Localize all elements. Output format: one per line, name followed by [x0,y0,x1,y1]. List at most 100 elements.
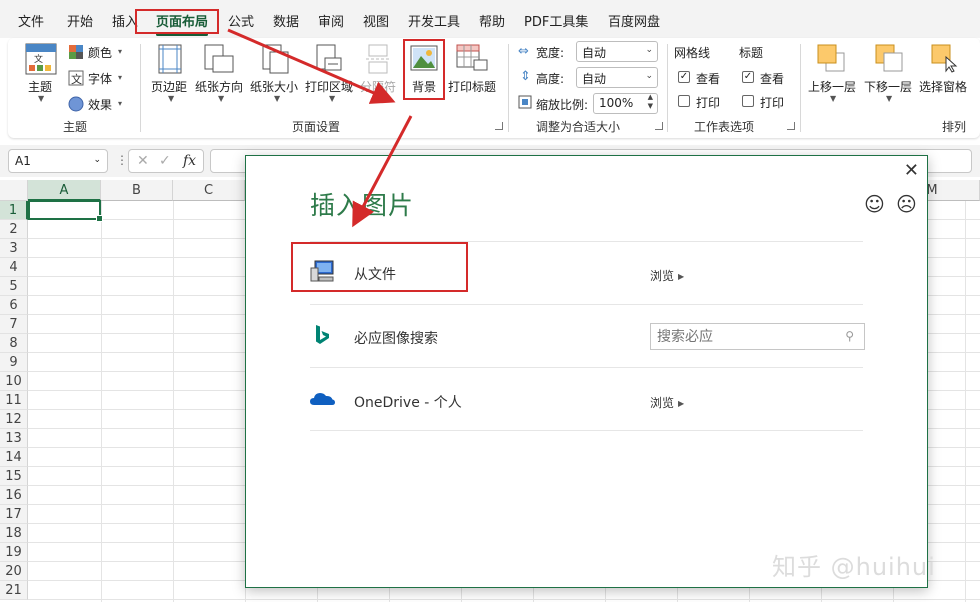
row-header[interactable]: 13 [0,429,28,448]
gridlines-print-label: 打印 [696,96,721,110]
dialog-title: 插入图片 [310,191,415,220]
scale-group-label: 调整为合适大小 [536,120,621,134]
spin-down-icon[interactable]: ▼ [648,102,653,110]
tab-view[interactable]: 视图 [363,11,389,30]
tab-formulas[interactable]: 公式 [228,11,254,30]
row-header[interactable]: 15 [0,467,28,486]
spin-up-icon[interactable]: ▲ [648,93,653,101]
more-options-icon[interactable]: ⋮ [116,153,128,167]
row-header[interactable]: 17 [0,505,28,524]
selection-pane-label: 选择窗格 [919,80,968,94]
tab-insert[interactable]: 插入 [112,11,138,30]
height-label: 高度: [536,72,565,86]
frown-feedback-icon[interactable]: ☹ [896,194,917,214]
onedrive-browse-link[interactable]: 浏览 ▶ [650,394,684,411]
column-header-c[interactable]: C [173,180,245,201]
headings-view-checkbox[interactable]: ✓ [742,71,754,83]
from-file-browse-link[interactable]: 浏览 ▶ [650,267,684,284]
tab-help[interactable]: 帮助 [479,11,505,30]
chevron-down-icon: ▼ [830,94,837,103]
height-select[interactable]: 自动 ⌄ [576,67,658,88]
row-header[interactable]: 6 [0,296,28,315]
gridlines-heading: 网格线 [674,46,711,60]
selection-pane-icon [931,44,958,73]
name-box-value: A1 [15,154,31,168]
computer-icon [310,260,334,282]
row-header[interactable]: 2 [0,220,28,239]
tab-page-layout[interactable]: 页面布局 [156,11,209,36]
tab-data[interactable]: 数据 [273,11,299,30]
row-header[interactable]: 10 [0,372,28,391]
row-header[interactable]: 21 [0,581,28,600]
row-header[interactable]: 1 [0,201,28,220]
chevron-down-icon: ▾ [118,73,123,82]
column-header-b[interactable]: B [101,180,173,201]
row-header[interactable]: 19 [0,543,28,562]
paper-size-icon [262,44,289,74]
chevron-down-icon: ▼ [168,94,175,103]
row-header[interactable]: 5 [0,277,28,296]
bing-search-input[interactable] [657,327,837,347]
sheet-options-dialog-launcher-icon[interactable] [787,122,795,130]
from-file-label: 从文件 [354,267,396,283]
tab-file[interactable]: 文件 [18,11,44,30]
insert-function-icon[interactable]: fx [183,153,196,169]
row-header[interactable]: 14 [0,448,28,467]
ribbon: 文 主题 ▼ 颜色 ▾ 文 字体 ▾ 效果 ▾ 主题 页边距 ▼ 纸张方向 ▼ … [8,38,980,138]
tab-review[interactable]: 审阅 [318,11,344,30]
group-divider [667,44,668,132]
row-header[interactable]: 16 [0,486,28,505]
tab-baidu-netdisk[interactable]: 百度网盘 [608,11,660,30]
row-header[interactable]: 12 [0,410,28,429]
tab-home[interactable]: 开始 [67,11,93,30]
chevron-down-icon: ⌄ [645,45,653,55]
row-header[interactable]: 7 [0,315,28,334]
close-icon[interactable]: ✕ [904,161,919,181]
tab-pdf-tools[interactable]: PDF工具集 [524,11,588,30]
page-setup-dialog-launcher-icon[interactable] [495,122,503,130]
group-divider [800,44,801,132]
headings-print-checkbox[interactable] [742,95,754,107]
breaks-label: 分隔符 [360,80,397,94]
background-label: 背景 [412,80,437,94]
column-header-a[interactable]: A [28,180,101,201]
margins-icon [158,44,182,74]
height-arrows-icon: ⇕ [520,69,531,84]
row-header[interactable]: 9 [0,353,28,372]
active-cell-a1[interactable] [28,200,103,222]
effects-icon [68,96,84,112]
confirm-icon[interactable]: ✓ [159,153,171,169]
row-header[interactable]: 18 [0,524,28,543]
scale-icon [518,95,532,109]
fonts-label: 字体 [88,72,113,86]
width-label: 宽度: [536,46,565,60]
tab-developer[interactable]: 开发工具 [408,11,460,30]
row-header[interactable]: 3 [0,239,28,258]
grid-line [28,599,980,600]
width-select[interactable]: 自动 ⌄ [576,41,658,62]
row-header[interactable]: 8 [0,334,28,353]
svg-text:文: 文 [34,53,43,65]
row-header[interactable]: 4 [0,258,28,277]
select-all-corner[interactable] [0,180,28,201]
chevron-down-icon: ▼ [886,94,893,103]
onedrive-cloud-icon [310,393,335,405]
search-icon[interactable]: ⚲ [845,329,854,343]
row-header[interactable]: 20 [0,562,28,581]
scale-spinner[interactable]: 100% ▲ ▼ [593,93,658,114]
scale-dialog-launcher-icon[interactable] [655,122,663,130]
smile-feedback-icon[interactable]: ☺ [864,194,885,214]
bring-forward-icon [817,44,845,72]
chevron-down-icon: ▼ [274,94,281,103]
send-backward-icon [875,44,903,72]
gridlines-view-checkbox[interactable]: ✓ [678,71,690,83]
name-box[interactable]: A1 ⌄ [8,149,108,173]
arrange-group-label: 排列 [942,120,967,134]
cancel-icon[interactable]: ✕ [137,153,149,169]
divider [310,367,863,368]
chevron-down-icon: ▼ [329,94,336,103]
triangle-right-icon: ▶ [678,399,685,408]
gridlines-print-checkbox[interactable] [678,95,690,107]
watermark: 知乎 @huihui [772,553,936,581]
row-header[interactable]: 11 [0,391,28,410]
